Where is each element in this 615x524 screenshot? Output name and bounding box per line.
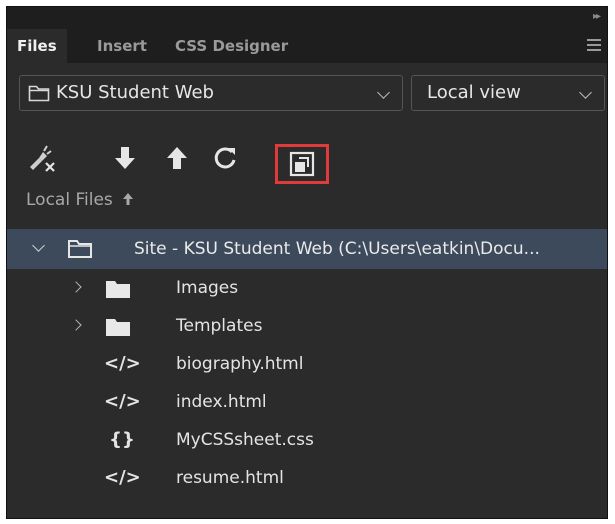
- sort-up-arrow-icon: [123, 193, 134, 205]
- chevron-down-icon: [579, 86, 592, 99]
- connect-icon[interactable]: [27, 143, 57, 173]
- html-file-icon: </>: [104, 391, 141, 412]
- site-root-row[interactable]: Site - KSU Student Web (C:\Users\eatkin\…: [7, 229, 607, 269]
- folder-outline-icon: [68, 240, 92, 258]
- chevron-down-icon[interactable]: [32, 239, 45, 252]
- collapse-panel-icon[interactable]: ▸▸: [593, 11, 601, 22]
- tree-item-index[interactable]: </> index.html: [7, 383, 607, 421]
- tree-item-resume[interactable]: </> resume.html: [7, 459, 607, 497]
- folder-outline-icon: [28, 85, 50, 102]
- tree-item-label: index.html: [176, 392, 267, 412]
- tab-insert[interactable]: Insert: [87, 29, 157, 63]
- files-panel: ▸▸ Files Insert CSS Designer KSU Student…: [6, 6, 608, 519]
- get-download-icon[interactable]: [113, 143, 137, 173]
- tree-item-templates[interactable]: Templates: [7, 307, 607, 345]
- tab-bar: Files Insert CSS Designer: [7, 29, 607, 63]
- chevron-right-icon[interactable]: [70, 281, 82, 293]
- html-file-icon: </>: [104, 467, 141, 488]
- tree-item-images[interactable]: Images: [7, 269, 607, 307]
- expand-panel-highlight: [275, 144, 329, 184]
- tree-item-label: biography.html: [176, 354, 304, 374]
- tab-css-designer[interactable]: CSS Designer: [165, 29, 298, 63]
- site-dropdown-value: KSU Student Web: [56, 82, 214, 103]
- tree-item-mycsssheet[interactable]: {} MyCSSsheet.css: [7, 421, 607, 459]
- tree-item-label: Images: [176, 278, 239, 298]
- tree-item-label: MyCSSsheet.css: [176, 430, 314, 450]
- folder-icon: [106, 281, 130, 298]
- html-file-icon: </>: [104, 353, 141, 374]
- panel-top-strip: ▸▸: [7, 7, 607, 29]
- tree-item-label: Templates: [176, 316, 263, 336]
- local-files-header[interactable]: Local Files: [26, 190, 134, 210]
- tab-files[interactable]: Files: [7, 29, 67, 63]
- view-dropdown-value: Local view: [427, 82, 521, 103]
- view-dropdown[interactable]: Local view: [411, 75, 605, 111]
- folder-icon: [106, 319, 130, 336]
- refresh-icon[interactable]: [210, 143, 240, 173]
- local-files-label: Local Files: [26, 190, 113, 210]
- put-upload-icon[interactable]: [165, 143, 189, 173]
- chevron-right-icon[interactable]: [70, 319, 82, 331]
- css-file-icon: {}: [109, 429, 135, 450]
- tree-item-label: resume.html: [176, 468, 284, 488]
- chevron-down-icon: [377, 86, 390, 99]
- site-dropdown[interactable]: KSU Student Web: [19, 75, 403, 111]
- panel-menu-icon[interactable]: [587, 39, 601, 51]
- site-root-label: Site - KSU Student Web (C:\Users\eatkin\…: [134, 239, 540, 259]
- tree-item-biography[interactable]: </> biography.html: [7, 345, 607, 383]
